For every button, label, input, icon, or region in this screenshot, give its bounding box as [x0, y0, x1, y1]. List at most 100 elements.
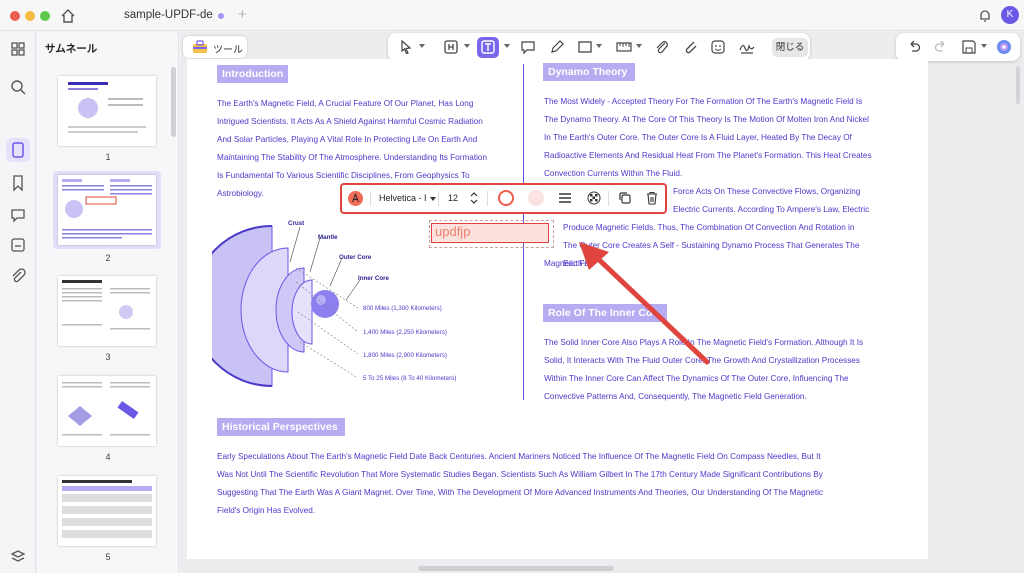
- intro-line: Intrigued Scientists. It Acts As A Shiel…: [217, 117, 483, 126]
- copy-icon[interactable]: [618, 191, 632, 205]
- layer-label-crust: Crust: [288, 220, 305, 227]
- toolbox-icon: [193, 40, 207, 53]
- page-number-5: 5: [105, 552, 111, 562]
- bell-icon[interactable]: [978, 8, 992, 23]
- page-thumbnail-4[interactable]: [58, 376, 156, 446]
- text-color-a-icon[interactable]: [348, 191, 363, 206]
- dynamo-line: Radioactive Elements And Residual Heat F…: [544, 151, 872, 160]
- dynamo-header: Dynamo Theory: [543, 63, 635, 81]
- page-thumbnail-2[interactable]: [58, 175, 156, 245]
- size-stepper-icon[interactable]: [470, 191, 478, 205]
- editing-toolbar: 閉じる: [388, 33, 810, 61]
- thumbnails-icon[interactable]: [9, 141, 27, 159]
- page-number-2: 2: [105, 253, 111, 263]
- page-thumbnail-5[interactable]: [58, 476, 156, 546]
- depth-label: 1,800 Miles (2,900 Kilometers): [363, 352, 447, 359]
- inner-core-line: Within The Inner Core Can Affect The Dyn…: [544, 374, 849, 383]
- redo-icon[interactable]: [933, 39, 949, 55]
- dynamo-line: The Dynamo Theory. At The Core Of This T…: [544, 115, 869, 124]
- font-family-select[interactable]: Helvetica - I: [379, 193, 427, 203]
- measure-icon[interactable]: [616, 39, 632, 55]
- page-vertical-scrollbar[interactable]: [1016, 66, 1020, 104]
- link-clip-icon[interactable]: [682, 39, 698, 55]
- text-frame-icon[interactable]: [443, 39, 459, 55]
- chevron-down-icon[interactable]: [636, 44, 642, 48]
- layers-icon[interactable]: [9, 548, 27, 566]
- new-tab-plus-icon[interactable]: +: [238, 6, 247, 23]
- layer-label-inner-core: Inner Core: [358, 275, 389, 282]
- search-icon[interactable]: [9, 78, 27, 96]
- trash-icon[interactable]: [645, 191, 659, 205]
- border-color-button[interactable]: [498, 190, 514, 206]
- page-thumbnail-3[interactable]: [58, 276, 156, 346]
- intro-line: And Solar Particles, Playing A Vital Rol…: [217, 135, 478, 144]
- intro-line: Maintaining The Stability Of The Atmosph…: [217, 153, 488, 162]
- layer-label-mantle: Mantle: [318, 234, 338, 241]
- minimize-window-button[interactable]: [25, 11, 35, 21]
- history-header: Historical Perspectives: [217, 418, 345, 436]
- page-number-4: 4: [105, 452, 111, 462]
- dynamo-line-partial: Force Acts On These Convective Flows, Or…: [673, 187, 861, 196]
- thumbnail-panel: サムネール 1 2 3 4 5: [37, 32, 179, 573]
- undo-icon[interactable]: [906, 39, 922, 55]
- tools-button[interactable]: ツール: [183, 36, 247, 58]
- dynamo-line: Convection Currents Within The Fluid.: [544, 169, 683, 178]
- pencil-icon[interactable]: [549, 39, 565, 55]
- chevron-down-icon[interactable]: [596, 44, 602, 48]
- close-editing-button[interactable]: 閉じる: [772, 38, 808, 57]
- annotation-arrow: [579, 242, 710, 365]
- chevron-down-icon[interactable]: [464, 44, 470, 48]
- rectangle-shape-icon[interactable]: [577, 39, 593, 55]
- separator: [487, 191, 488, 206]
- history-line: Suggesting That The Earth Was A Giant Ma…: [217, 488, 824, 497]
- text-box-icon[interactable]: [480, 39, 496, 55]
- inner-core-line: Convective Patterns And, Consequently, T…: [544, 392, 807, 401]
- dynamo-paragraph-top: The Most Widely - Accepted Theory For Th…: [544, 93, 884, 183]
- tools-label: ツール: [213, 45, 243, 56]
- depth-label: 1,400 Miles (2,250 Kilometers): [363, 329, 447, 336]
- stamp-icon[interactable]: [9, 236, 27, 254]
- line-style-icon[interactable]: [558, 191, 572, 205]
- history-line: Field's Origin Has Evolved.: [217, 506, 316, 515]
- dynamo-line: The Most Widely - Accepted Theory For Th…: [544, 97, 863, 106]
- font-size-field[interactable]: 12: [448, 193, 458, 203]
- depth-label: 5 To 25 Miles (8 To 40 Kilometers): [363, 375, 457, 382]
- sticker-icon[interactable]: [710, 39, 726, 55]
- thumbnail-scrollbar[interactable]: [171, 67, 176, 137]
- opacity-checker-icon[interactable]: [587, 191, 601, 205]
- separator: [370, 191, 371, 206]
- ai-assistant-icon[interactable]: [996, 39, 1012, 55]
- attachment-clip-icon[interactable]: [654, 39, 670, 55]
- save-icon[interactable]: [961, 39, 977, 55]
- fill-color-button[interactable]: [528, 190, 544, 206]
- user-avatar[interactable]: K: [1001, 6, 1019, 24]
- grid-view-icon[interactable]: [9, 40, 27, 58]
- title-bar: sample-UPDF-de + K: [0, 0, 1024, 31]
- comments-icon[interactable]: [9, 206, 27, 224]
- chevron-down-icon[interactable]: [419, 44, 425, 48]
- home-icon[interactable]: [60, 8, 76, 24]
- depth-label: 800 Miles (1,300 Kilometers): [363, 305, 442, 312]
- diagram-leader-lines: [289, 226, 361, 379]
- left-icon-bar: [0, 32, 36, 573]
- history-paragraph: Early Speculations About The Earth's Mag…: [217, 448, 907, 520]
- signature-icon[interactable]: [739, 39, 755, 55]
- history-line: Was Not Until The Scientific Revolution …: [217, 470, 823, 479]
- bookmark-icon[interactable]: [9, 174, 27, 192]
- page-thumbnail-1[interactable]: [58, 76, 156, 146]
- horizontal-scrollbar[interactable]: [418, 566, 614, 571]
- right-toolbar: [896, 33, 1020, 61]
- chevron-down-icon[interactable]: [981, 44, 987, 48]
- chevron-down-icon[interactable]: [430, 197, 436, 201]
- panel-title: サムネール: [45, 43, 98, 55]
- zoom-window-button[interactable]: [40, 11, 50, 21]
- page-number-3: 3: [105, 352, 111, 362]
- chevron-down-icon[interactable]: [504, 44, 510, 48]
- comment-icon[interactable]: [520, 39, 536, 55]
- attachment-icon[interactable]: [9, 267, 27, 285]
- close-window-button[interactable]: [10, 11, 20, 21]
- textbox-value[interactable]: updfjp: [435, 224, 470, 239]
- document-tab-title[interactable]: sample-UPDF-de: [124, 9, 213, 21]
- unsaved-dot-icon: [218, 13, 224, 19]
- select-cursor-icon[interactable]: [398, 39, 414, 55]
